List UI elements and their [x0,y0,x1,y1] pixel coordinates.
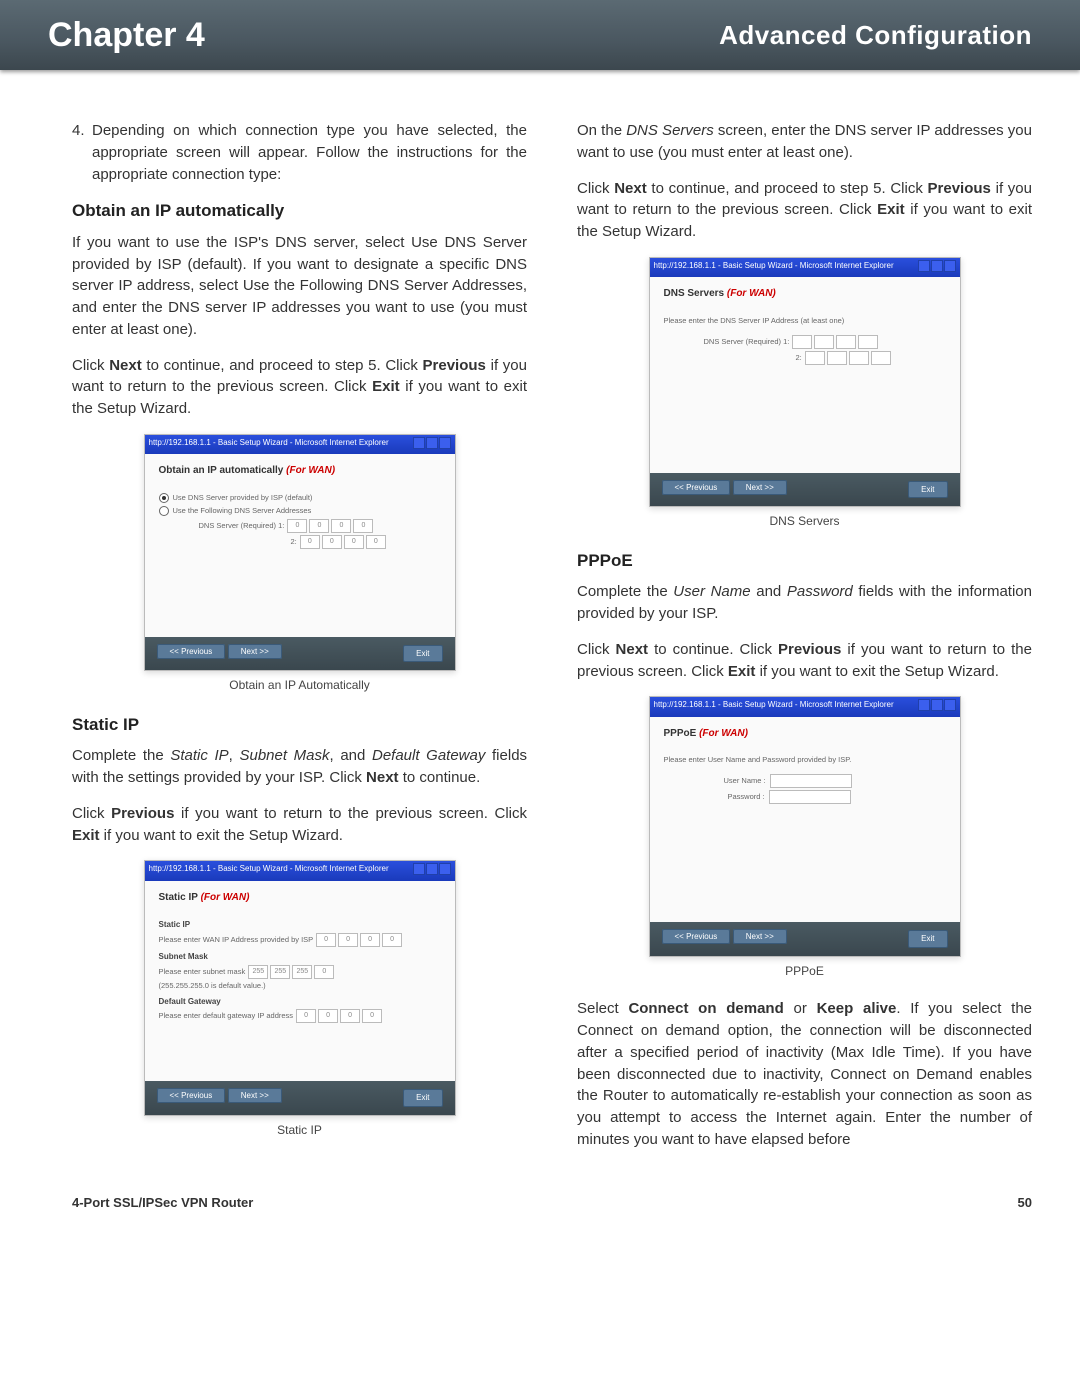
caption: Static IP [72,1122,527,1139]
screenshot-obtain-ip: http://192.168.1.1 - Basic Setup Wizard … [144,434,456,671]
caption: DNS Servers [577,513,1032,530]
radio-icon [159,506,169,516]
prev-button: << Previous [157,1088,226,1103]
window-title: http://192.168.1.1 - Basic Setup Wizard … [149,863,389,879]
next-button: Next >> [228,644,282,659]
exit-button: Exit [403,645,442,663]
section-title: Advanced Configuration [719,20,1032,51]
subhead-obtain-ip: Obtain an IP automatically [72,199,527,224]
window-title: http://192.168.1.1 - Basic Setup Wizard … [149,437,389,453]
window-buttons [917,260,956,276]
next-button: Next >> [733,480,787,495]
text-input [769,790,851,804]
subhead-pppoe: PPPoE [577,549,1032,574]
chapter-header: Chapter 4 Advanced Configuration [0,0,1080,70]
page-footer: 4-Port SSL/IPSec VPN Router 50 [0,1185,1080,1230]
para: Click Previous if you want to return to … [72,803,527,847]
product-name: 4-Port SSL/IPSec VPN Router [72,1195,253,1210]
para: Complete the User Name and Password fiel… [577,581,1032,625]
text-input [770,774,852,788]
window-title: http://192.168.1.1 - Basic Setup Wizard … [654,260,894,276]
screenshot-pppoe: http://192.168.1.1 - Basic Setup Wizard … [649,696,961,957]
step-text: Depending on which connection type you h… [92,120,527,185]
prev-button: << Previous [662,929,731,944]
subhead-static-ip: Static IP [72,713,527,738]
caption: PPPoE [577,963,1032,980]
chapter-title: Chapter 4 [48,16,205,55]
screenshot-dns-servers: http://192.168.1.1 - Basic Setup Wizard … [649,257,961,508]
next-button: Next >> [228,1088,282,1103]
step-number: 4. [72,120,92,185]
prev-button: << Previous [662,480,731,495]
window-buttons [412,863,451,879]
next-button: Next >> [733,929,787,944]
para: Click Next to continue, and proceed to s… [72,355,527,420]
exit-button: Exit [908,481,947,499]
para: Complete the Static IP, Subnet Mask, and… [72,745,527,789]
radio-icon [159,493,169,503]
para: Select Connect on demand or Keep alive. … [577,998,1032,1150]
prev-button: << Previous [157,644,226,659]
window-buttons [412,437,451,453]
left-column: 4. Depending on which connection type yo… [72,120,527,1165]
para: Click Next to continue. Click Previous i… [577,639,1032,683]
window-buttons [917,699,956,715]
page-number: 50 [1018,1195,1032,1210]
window-title: http://192.168.1.1 - Basic Setup Wizard … [654,699,894,715]
para: On the DNS Servers screen, enter the DNS… [577,120,1032,164]
caption: Obtain an IP Automatically [72,677,527,694]
exit-button: Exit [403,1089,442,1107]
screenshot-static-ip: http://192.168.1.1 - Basic Setup Wizard … [144,860,456,1115]
para: Click Next to continue, and proceed to s… [577,178,1032,243]
right-column: On the DNS Servers screen, enter the DNS… [577,120,1032,1165]
exit-button: Exit [908,930,947,948]
para: If you want to use the ISP's DNS server,… [72,232,527,341]
